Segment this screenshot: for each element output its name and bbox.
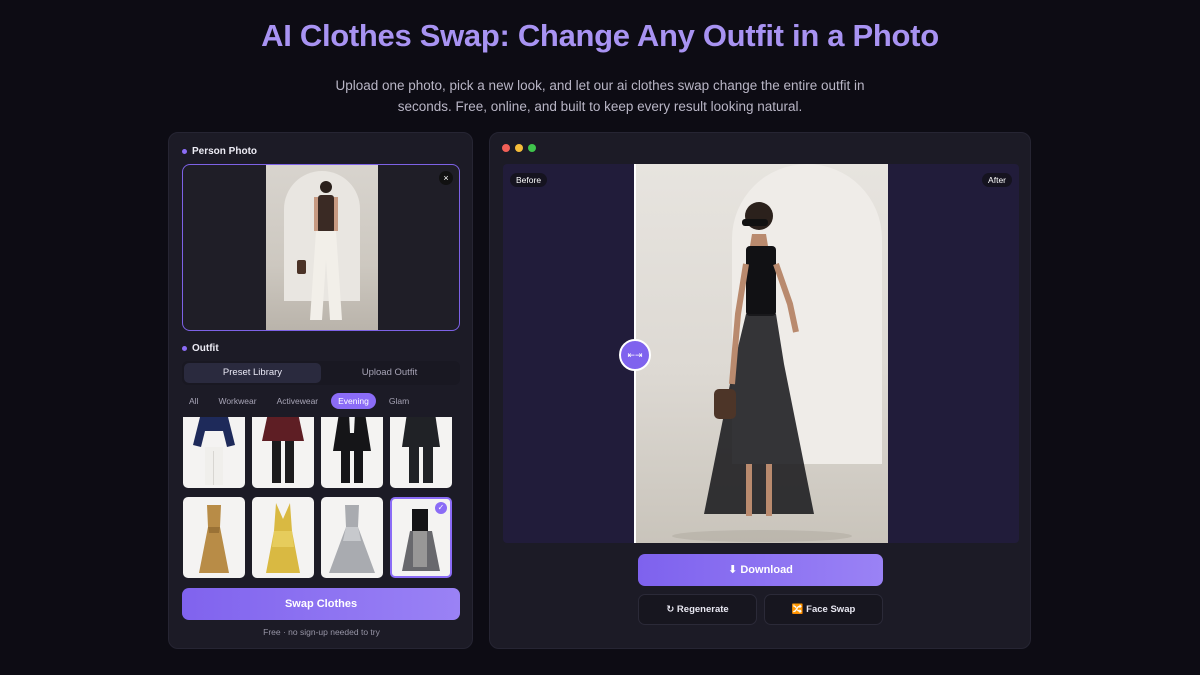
outfit-grid: ✓	[182, 417, 454, 579]
download-button[interactable]: ⬇ Download	[638, 554, 883, 586]
filter-workwear[interactable]: Workwear	[211, 393, 263, 409]
outfit-card-navy-shirt[interactable]	[183, 417, 245, 488]
result-figure-icon	[672, 202, 852, 542]
result-image	[634, 164, 888, 543]
window-maximize-dot-icon	[528, 144, 536, 152]
before-label: Before	[510, 173, 548, 187]
regenerate-button[interactable]: ↻ Regenerate	[638, 594, 757, 625]
filter-all[interactable]: All	[182, 393, 205, 409]
category-filters: All Workwear Activewear Evening Glam	[182, 393, 416, 409]
bullet-dot-icon	[182, 346, 187, 351]
person-photo-dropzone[interactable]: ×	[182, 164, 460, 331]
filter-activewear[interactable]: Activewear	[270, 393, 326, 409]
window-minimize-dot-icon	[515, 144, 523, 152]
outfit-source-tabs: Preset Library Upload Outfit	[182, 361, 460, 385]
selected-check-icon: ✓	[435, 502, 447, 514]
outfit-card-gold-sequin-gown[interactable]	[252, 497, 314, 578]
outfit-label: Outfit	[192, 343, 219, 354]
person-photo-heading: Person Photo	[182, 146, 257, 157]
bullet-dot-icon	[182, 149, 187, 154]
free-note: Free · no sign-up needed to try	[263, 627, 380, 637]
gold-sequin-gown-icon	[266, 503, 300, 573]
black-tuxedo-outfit-icon	[333, 417, 371, 483]
filter-glam[interactable]: Glam	[382, 393, 416, 409]
after-label: After	[982, 173, 1012, 187]
outfit-card-silver-ball-gown[interactable]	[321, 497, 383, 578]
person-photo-image	[266, 165, 378, 330]
tab-upload-outfit[interactable]: Upload Outfit	[321, 363, 458, 383]
navy-shirt-outfit-icon	[193, 417, 235, 485]
filter-evening[interactable]: Evening	[331, 393, 376, 409]
outfit-card-black-tuxedo[interactable]	[321, 417, 383, 488]
silver-ball-gown-icon	[329, 505, 375, 573]
page-title: AI Clothes Swap: Change Any Outfit in a …	[261, 18, 939, 53]
comparison-slider-handle[interactable]: ⇤⇥	[619, 339, 651, 371]
person-figure-icon	[297, 181, 342, 320]
dark-suit-outfit-icon	[402, 417, 440, 483]
before-after-viewer[interactable]: ⇤⇥ Before After	[503, 164, 1019, 543]
tab-preset-library[interactable]: Preset Library	[184, 363, 321, 383]
outfit-card-gold-satin-gown[interactable]	[183, 497, 245, 578]
face-swap-button[interactable]: 🔀 Face Swap	[764, 594, 883, 625]
window-close-dot-icon	[502, 144, 510, 152]
outfit-heading: Outfit	[182, 343, 219, 354]
result-panel: ⇤⇥ Before After ⬇ Download ↻ Regenerate …	[489, 132, 1031, 649]
page-subtitle: Upload one photo, pick a new look, and l…	[335, 78, 865, 114]
outfit-card-black-sheer-gown[interactable]: ✓	[390, 497, 452, 578]
remove-photo-button[interactable]: ×	[439, 171, 453, 185]
person-photo-label: Person Photo	[192, 146, 258, 157]
outfit-card-burgundy-jacket[interactable]	[252, 417, 314, 488]
burgundy-jacket-outfit-icon	[262, 417, 304, 483]
swap-clothes-button[interactable]: Swap Clothes	[182, 588, 460, 620]
input-panel: Person Photo × Outfit Preset Library Upl…	[168, 132, 473, 649]
outfit-card-dark-suit[interactable]	[390, 417, 452, 488]
gold-satin-gown-icon	[199, 505, 229, 573]
